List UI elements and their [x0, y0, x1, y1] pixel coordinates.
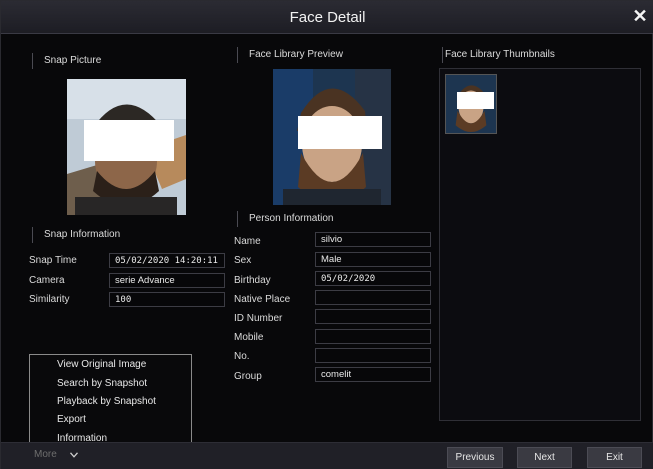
number-label: No.: [234, 351, 250, 362]
camera-field: serie Advance: [109, 273, 225, 288]
similarity-label: Similarity: [29, 294, 70, 305]
next-button[interactable]: Next: [517, 447, 572, 468]
id-number-field: [315, 309, 431, 324]
native-place-label: Native Place: [234, 294, 291, 305]
name-label: Name: [234, 236, 261, 247]
person-information-label: Person Information: [237, 211, 334, 227]
close-icon[interactable]: ✕: [630, 6, 650, 26]
face-detail-window: Face Detail ✕ Snap Picture Snap Informat…: [0, 0, 653, 469]
exit-button[interactable]: Exit: [587, 447, 642, 468]
mobile-field: [315, 329, 431, 344]
mobile-label: Mobile: [234, 332, 264, 343]
snap-information-label: Snap Information: [32, 227, 120, 243]
sex-field: Male: [315, 252, 431, 267]
face-library-preview-label: Face Library Preview: [237, 47, 343, 63]
chevron-down-icon[interactable]: [70, 452, 78, 458]
menu-item-search-by-snapshot[interactable]: Search by Snapshot: [57, 378, 147, 389]
previous-button[interactable]: Previous: [447, 447, 503, 468]
privacy-mask: [84, 120, 174, 161]
number-field: [315, 348, 431, 363]
snap-picture-label: Snap Picture: [32, 53, 101, 69]
group-field: comelit: [315, 367, 431, 382]
menu-item-playback-by-snapshot[interactable]: Playback by Snapshot: [57, 396, 156, 407]
title-bar: Face Detail ✕: [1, 1, 653, 34]
privacy-mask: [298, 116, 382, 149]
group-label: Group: [234, 371, 262, 382]
more-button[interactable]: More: [34, 449, 57, 460]
camera-label: Camera: [29, 275, 65, 286]
birthday-field: 05/02/2020: [315, 271, 431, 286]
window-title: Face Detail: [289, 9, 366, 26]
privacy-mask: [457, 92, 494, 109]
face-library-thumbnails-label: Face Library Thumbnails: [442, 47, 555, 63]
birthday-label: Birthday: [234, 275, 271, 286]
menu-item-export[interactable]: Export: [57, 414, 86, 425]
snap-time-label: Snap Time: [29, 255, 77, 266]
id-number-label: ID Number: [234, 313, 283, 324]
similarity-field: 100: [109, 292, 225, 307]
name-field: silvio: [315, 232, 431, 247]
sex-label: Sex: [234, 255, 252, 266]
menu-item-view-original-image[interactable]: View Original Image: [57, 359, 146, 370]
native-place-field: [315, 290, 431, 305]
snap-time-field: 05/02/2020 14:20:11: [109, 253, 225, 268]
